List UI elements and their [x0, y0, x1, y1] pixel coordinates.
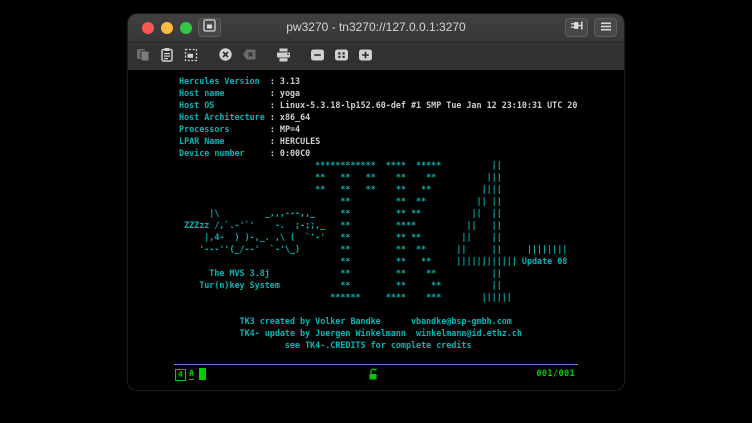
grid-box-icon [334, 48, 349, 65]
zoom-in-button[interactable] [354, 45, 376, 67]
close-button[interactable] [142, 22, 154, 34]
paste-button[interactable] [156, 45, 178, 67]
copy-icon [136, 48, 150, 65]
erase-button[interactable] [238, 45, 260, 67]
oia-model-badge: 4 [175, 369, 186, 381]
titlebar[interactable]: pw3270 - tn3270://127.0.0.1:3270 [128, 14, 624, 42]
menu-button[interactable] [594, 18, 617, 37]
window-title: pw3270 - tn3270://127.0.0.1:3270 [188, 14, 564, 41]
printer-icon [276, 48, 291, 65]
backspace-icon [242, 48, 257, 64]
disconnect-button[interactable] [214, 45, 236, 67]
oia-status-bar: 4 A 001/001 [174, 368, 578, 383]
oia-cursor-position: 001/001 [536, 369, 575, 379]
terminal-area[interactable]: Hercules Version : 3.13 Host name : yoga… [128, 70, 624, 390]
plus-box-icon [358, 48, 373, 65]
disconnect-plug-icon [570, 19, 584, 37]
disconnect-plug-button[interactable] [565, 18, 588, 37]
minus-box-icon [310, 48, 325, 65]
x-circle-icon [218, 47, 233, 65]
pw3270-window: pw3270 - tn3270://127.0.0.1:3270 [128, 14, 624, 390]
terminal-screen[interactable]: Hercules Version : 3.13 Host name : yoga… [174, 75, 577, 351]
select-all-button[interactable] [180, 45, 202, 67]
oia-cursor-block [199, 368, 206, 380]
oia-keyboard-indicator: A [189, 369, 194, 380]
select-all-icon [184, 48, 198, 65]
copy-button[interactable] [132, 45, 154, 67]
menu-icon [600, 19, 612, 37]
print-button[interactable] [272, 45, 294, 67]
toolbar [128, 42, 624, 70]
clipboard-icon [160, 47, 174, 65]
zoom-out-button[interactable] [306, 45, 328, 67]
minimize-button[interactable] [161, 22, 173, 34]
unlock-icon [368, 368, 378, 383]
oia-separator [174, 364, 578, 365]
zoom-fit-button[interactable] [330, 45, 352, 67]
